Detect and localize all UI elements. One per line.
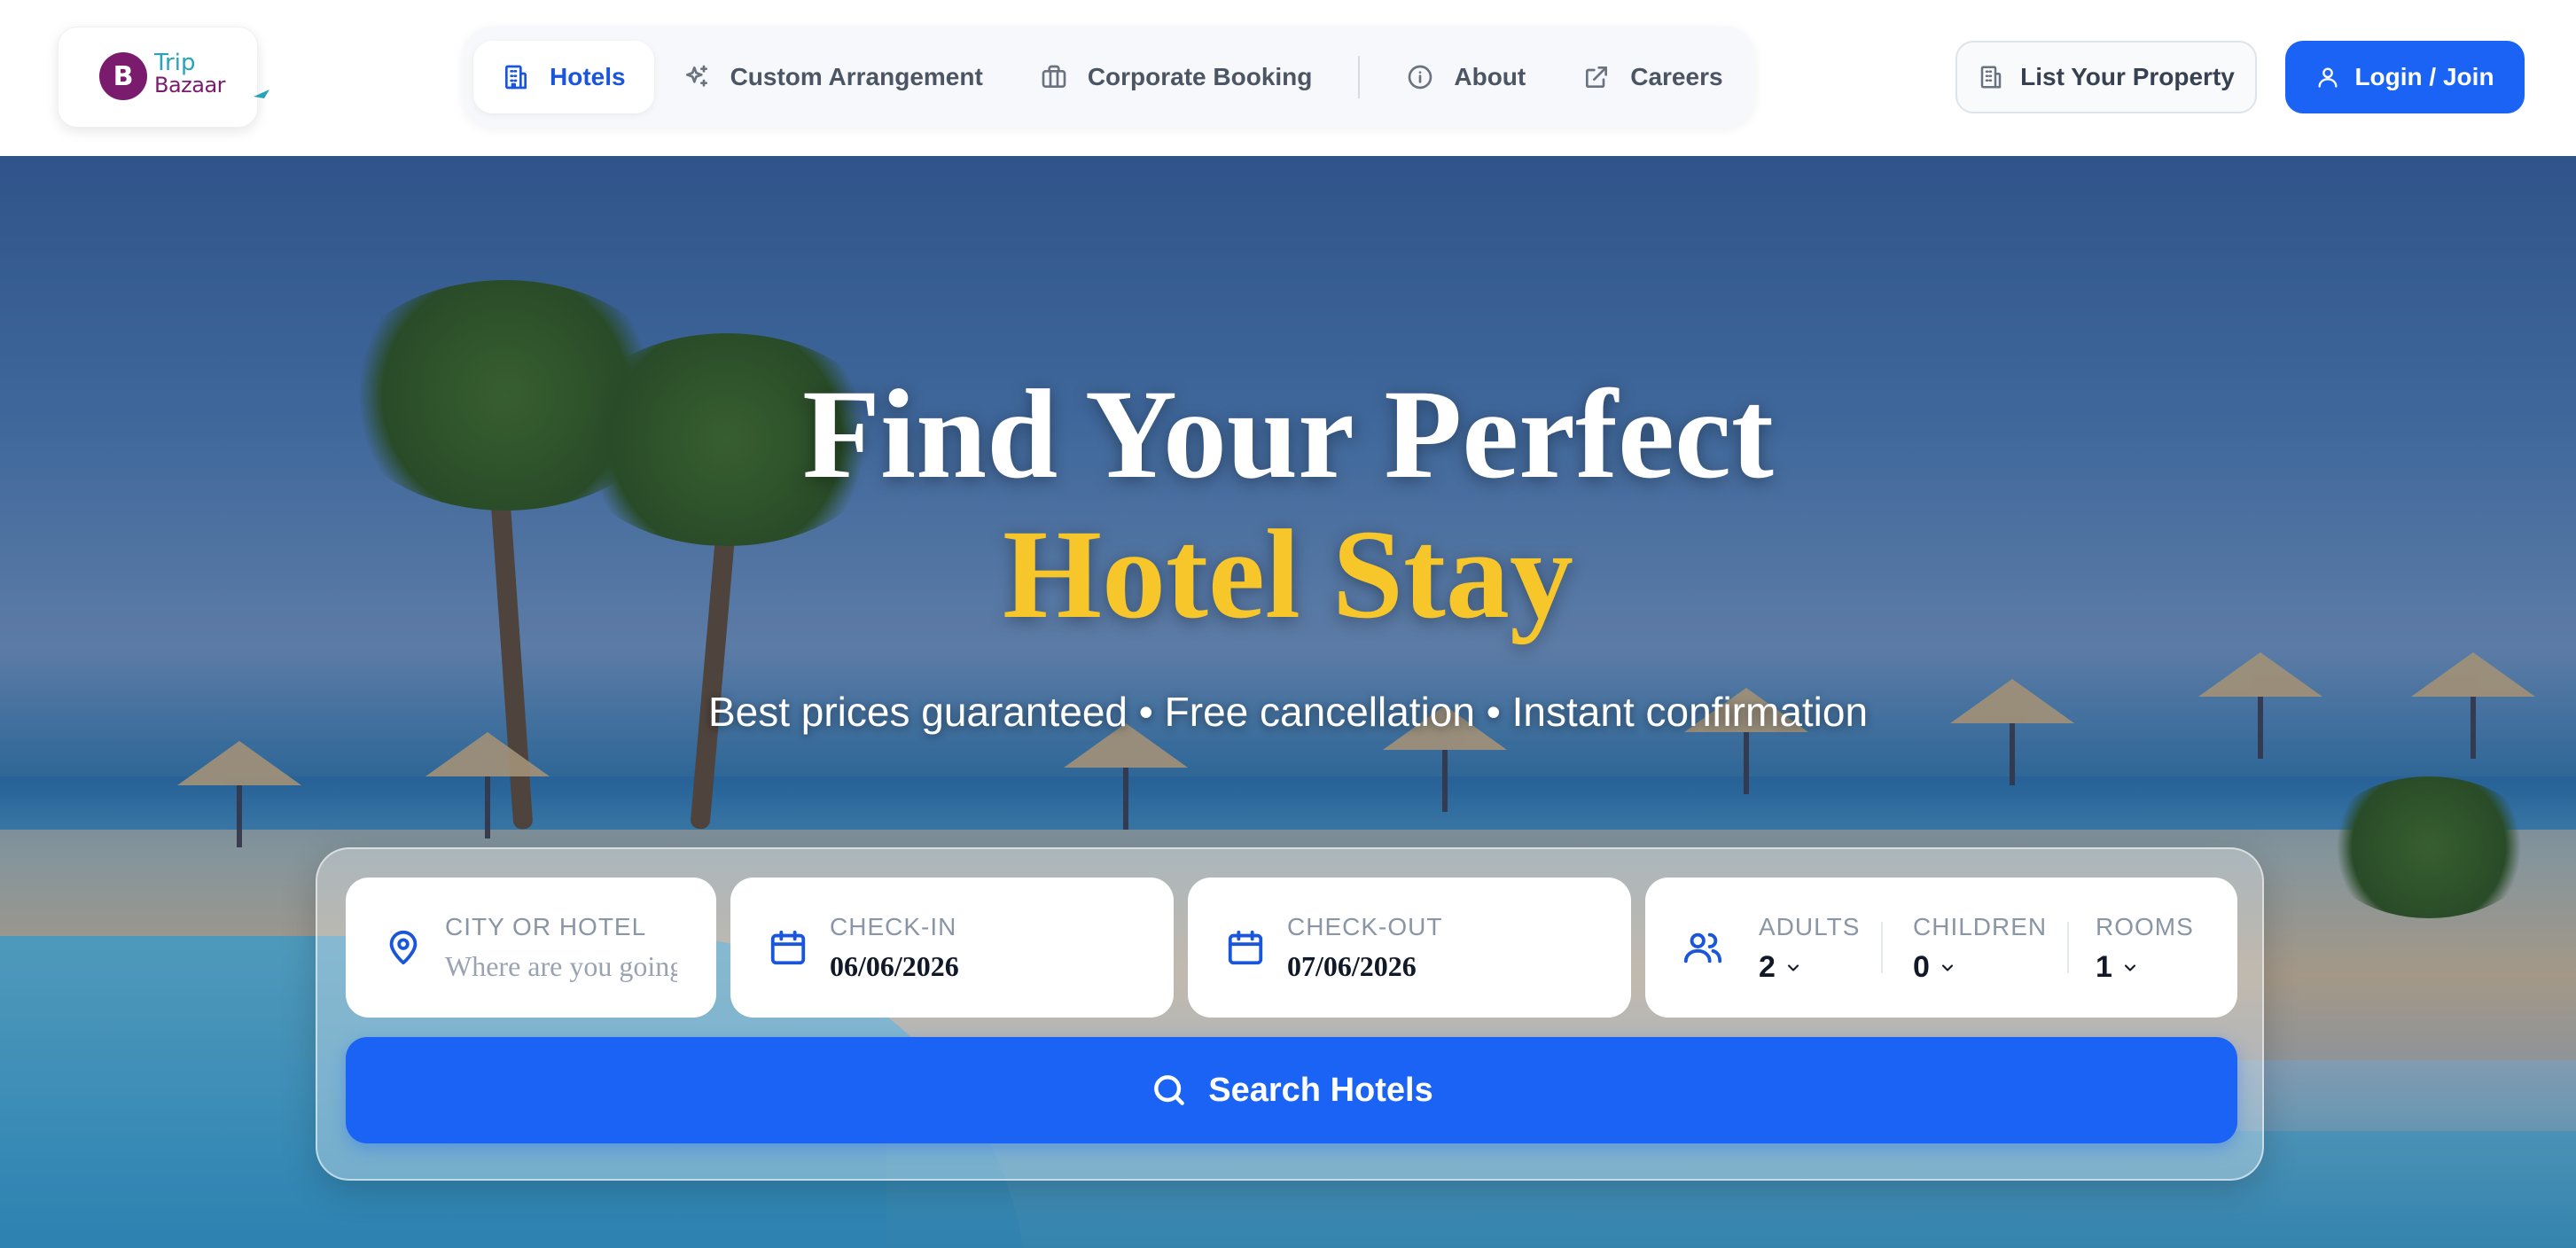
login-join-button[interactable]: Login / Join xyxy=(2285,41,2525,113)
hero-section: Find Your Perfect Hotel Stay Best prices… xyxy=(0,156,2576,1248)
city-label: CITY OR HOTEL xyxy=(445,913,647,940)
children-label: CHILDREN xyxy=(1913,913,2048,940)
adults-selector[interactable]: ADULTS 2 xyxy=(1759,913,1860,985)
calendar-icon xyxy=(770,930,806,965)
main-nav: Hotels Custom Arrangement Corporate Book… xyxy=(463,27,1755,128)
checkin-label: CHECK-IN xyxy=(830,913,957,940)
chevron-down-icon xyxy=(1787,963,1799,971)
calendar-icon xyxy=(1228,930,1263,965)
building-icon xyxy=(1980,66,2002,89)
adults-label: ADULTS xyxy=(1759,913,1861,940)
nav-hotels[interactable]: Hotels xyxy=(473,41,654,113)
list-your-property-button[interactable]: List Your Property xyxy=(1955,41,2257,113)
rooms-dropdown[interactable]: 1 xyxy=(2096,950,2194,985)
hero-title: Find Your Perfect Hotel Stay xyxy=(0,365,2576,645)
rooms-label: ROOMS xyxy=(2096,913,2194,940)
map-pin-icon xyxy=(389,930,418,965)
nav-careers-label: Careers xyxy=(1630,63,1723,90)
nav-careers[interactable]: Careers xyxy=(1554,41,1751,113)
nav-custom-arrangement[interactable]: Custom Arrangement xyxy=(654,41,1011,113)
chevron-down-icon xyxy=(1941,963,1953,971)
nav-corporate-label: Corporate Booking xyxy=(1087,63,1313,90)
hero-title-line2: Hotel Stay xyxy=(1003,504,1573,645)
hotel-search-panel: CITY OR HOTEL CHECK-IN 06/06/2026 CHECK-… xyxy=(316,847,2264,1181)
briefcase-icon xyxy=(1042,65,1066,88)
plane-icon xyxy=(254,90,269,98)
guest-divider xyxy=(2067,922,2069,973)
checkin-date-value[interactable]: 06/06/2026 xyxy=(830,950,959,983)
rooms-selector[interactable]: ROOMS 1 xyxy=(2096,913,2194,985)
logo-trip-text: Trip xyxy=(154,50,196,76)
children-selector[interactable]: CHILDREN 0 xyxy=(1913,913,2047,985)
logo-wordmark: Trip Bazaar xyxy=(154,50,226,98)
chevron-down-icon xyxy=(2124,963,2135,971)
sparkles-icon xyxy=(685,65,707,87)
guests-field: ADULTS 2 CHILDREN 0 ROOMS 1 xyxy=(1645,878,2237,1018)
nav-corporate-booking[interactable]: Corporate Booking xyxy=(1011,41,1341,113)
nav-hotels-label: Hotels xyxy=(550,63,626,90)
hero-subtitle: Best prices guaranteed • Free cancellati… xyxy=(707,689,1869,735)
building-icon xyxy=(505,65,527,90)
nav-custom-label: Custom Arrangement xyxy=(730,63,983,90)
login-label: Login / Join xyxy=(2354,63,2494,90)
external-link-icon xyxy=(1586,66,1608,88)
children-value: 0 xyxy=(1913,950,1930,984)
children-dropdown[interactable]: 0 xyxy=(1913,950,2047,985)
city-input[interactable] xyxy=(445,947,677,986)
nav-about-label: About xyxy=(1454,63,1526,90)
rooms-value: 1 xyxy=(2096,950,2112,984)
user-icon xyxy=(2318,67,2338,88)
brand-logo[interactable]: B Trip Bazaar xyxy=(58,27,269,128)
list-property-label: List Your Property xyxy=(2020,63,2235,90)
checkout-label: CHECK-OUT xyxy=(1287,913,1443,940)
info-icon xyxy=(1409,65,1432,90)
checkout-field[interactable]: CHECK-OUT 07/06/2026 xyxy=(1188,878,1631,1018)
city-field[interactable]: CITY OR HOTEL xyxy=(346,878,716,1018)
search-hotels-label: Search Hotels xyxy=(1208,1071,1433,1109)
guest-divider xyxy=(1881,922,1883,973)
nav-divider xyxy=(1358,56,1361,98)
hero-title-line1: Find Your Perfect xyxy=(802,364,1774,505)
search-icon xyxy=(1154,1075,1185,1105)
nav-about[interactable]: About xyxy=(1378,41,1554,113)
adults-dropdown[interactable]: 2 xyxy=(1759,950,1860,985)
users-icon xyxy=(1683,932,1722,963)
checkin-field[interactable]: CHECK-IN 06/06/2026 xyxy=(730,878,1174,1018)
checkout-date-value[interactable]: 07/06/2026 xyxy=(1287,950,1417,983)
search-hotels-button[interactable]: Search Hotels xyxy=(346,1037,2237,1143)
logo-badge: B xyxy=(99,52,147,100)
adults-value: 2 xyxy=(1759,950,1776,984)
logo-bazaar-text: Bazaar xyxy=(154,73,226,98)
top-header: B Trip Bazaar Hotels Custom Arrangement … xyxy=(0,0,2576,156)
